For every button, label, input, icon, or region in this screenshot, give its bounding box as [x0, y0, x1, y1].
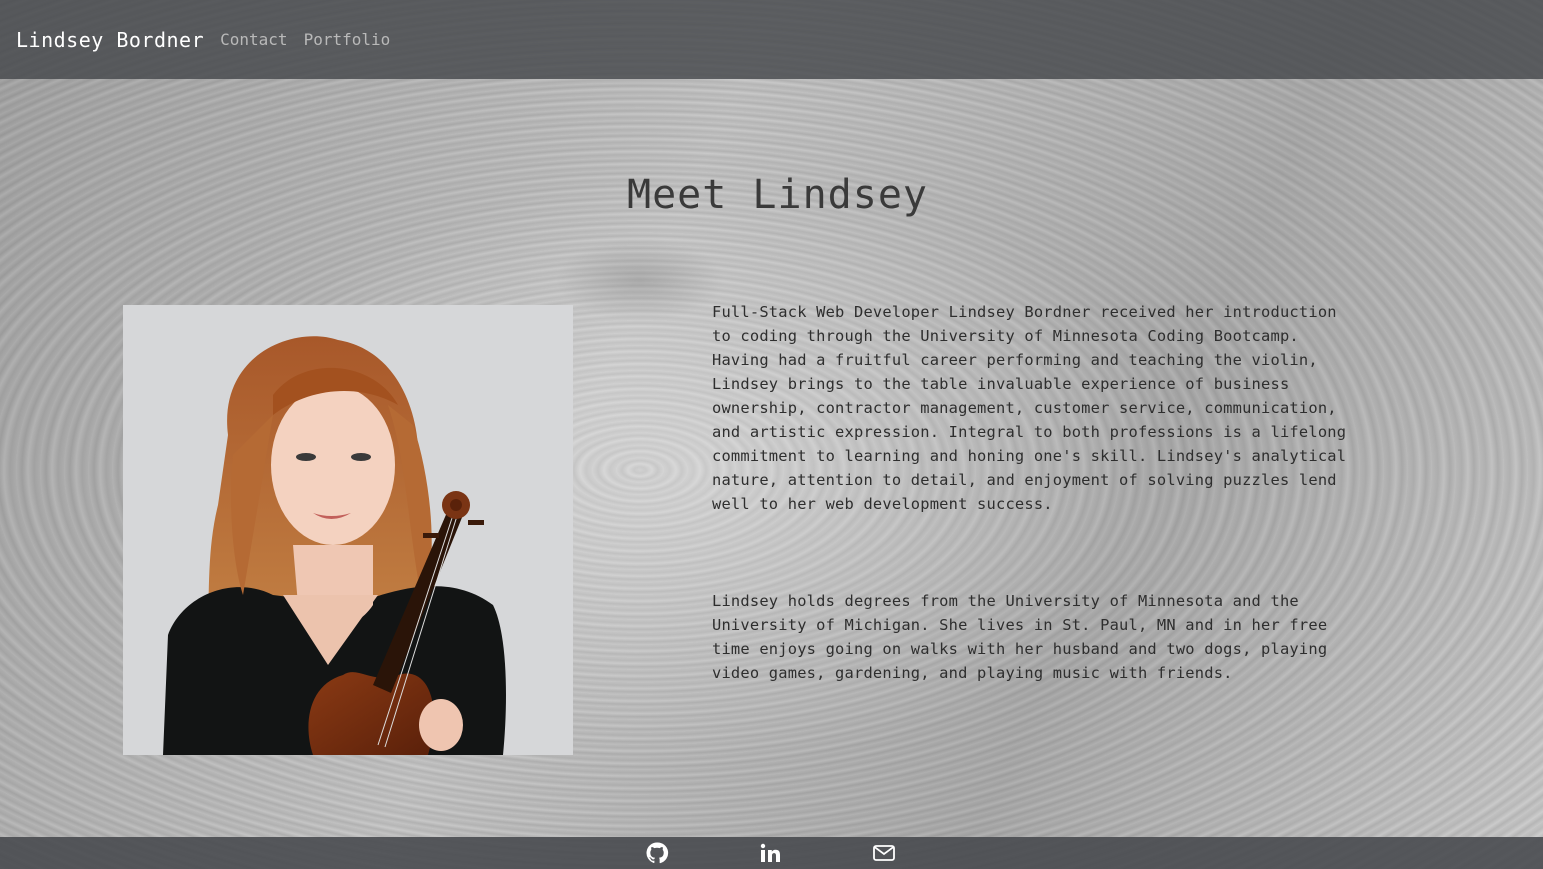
profile-photo	[123, 305, 573, 755]
footer-bar	[0, 837, 1543, 869]
bio-paragraph-2: Lindsey holds degrees from the Universit…	[712, 592, 1328, 682]
linkedin-icon[interactable]	[758, 841, 784, 865]
nav-link-portfolio[interactable]: Portfolio	[304, 31, 391, 48]
brand-link[interactable]: Lindsey Bordner	[16, 30, 204, 50]
nav-link-contact[interactable]: Contact	[220, 31, 287, 48]
bio-paragraph-1: Full-Stack Web Developer Lindsey Bordner…	[712, 303, 1347, 513]
mail-icon[interactable]	[872, 841, 898, 865]
page-title: Meet Lindsey	[627, 172, 928, 218]
github-icon[interactable]	[645, 841, 671, 865]
top-navbar: Lindsey Bordner Contact Portfolio	[0, 0, 1543, 79]
